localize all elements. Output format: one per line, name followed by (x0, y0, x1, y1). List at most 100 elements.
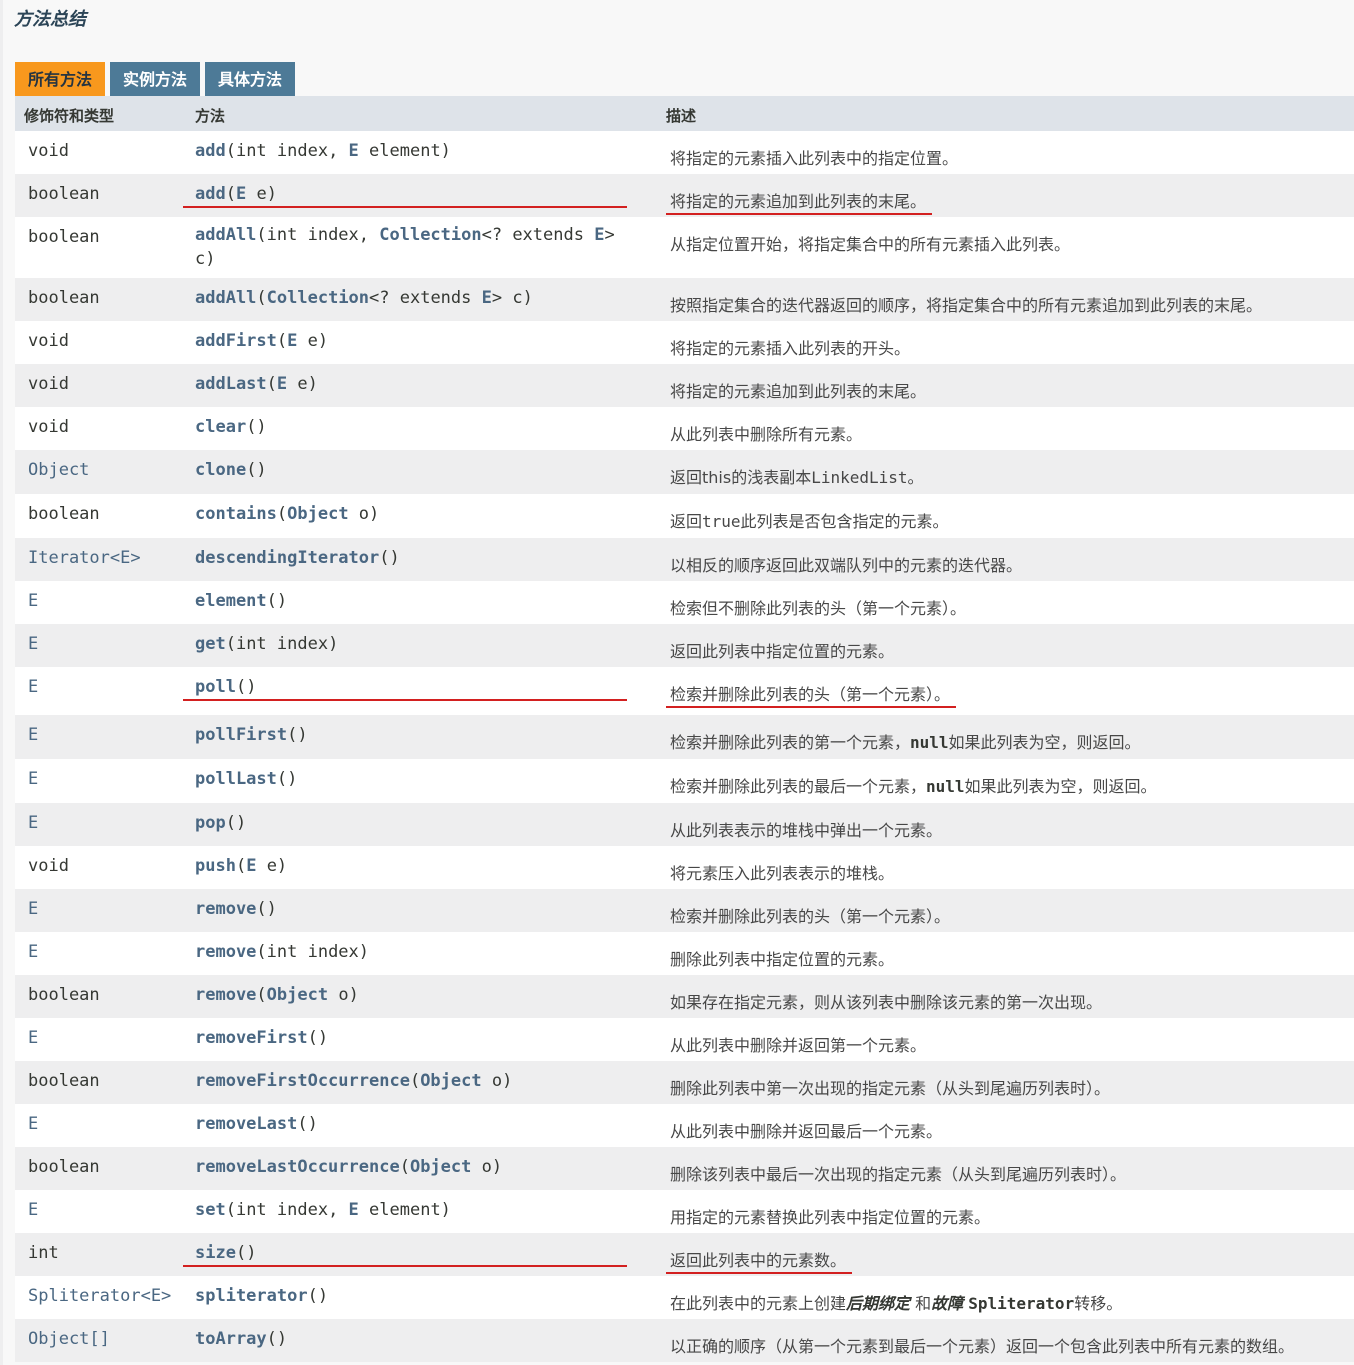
method-description: 从此列表中删除并返回第一个元素。 (670, 1036, 927, 1055)
method-name-link[interactable]: poll (195, 677, 236, 697)
method-name-link[interactable]: pollLast (195, 769, 277, 789)
return-type[interactable]: Iterator<E> (28, 548, 141, 568)
method-signature: remove(Object o) (195, 985, 615, 1005)
method-name-link[interactable]: remove (195, 985, 256, 1005)
tab-concrete-methods[interactable]: 具体方法 (205, 62, 296, 97)
return-type[interactable]: E (28, 591, 38, 611)
highlight-underline-description (666, 213, 933, 215)
tab-all-methods[interactable]: 所有方法 (15, 62, 106, 97)
return-type[interactable]: Spliterator<E> (28, 1286, 171, 1306)
param-type-link[interactable]: E (349, 1200, 359, 1220)
table-header: 修饰符和类型 方法 描述 (15, 99, 1354, 131)
method-name-link[interactable]: pop (195, 813, 226, 833)
method-name-link[interactable]: descendingIterator (195, 548, 379, 568)
method-name-link[interactable]: removeLastOccurrence (195, 1157, 400, 1177)
method-name-link[interactable]: toArray (195, 1329, 267, 1349)
param-type-link[interactable]: E (287, 331, 297, 351)
table-row: boolean removeFirstOccurrence(Object o) 删除… (15, 1061, 1354, 1104)
return-type[interactable]: E (28, 634, 38, 654)
param-type-link[interactable]: E (246, 856, 256, 876)
method-name-link[interactable]: add (195, 184, 226, 204)
method-name-link[interactable]: addLast (195, 374, 267, 394)
description-text: 检索并删除此列表的第一个元素， (670, 733, 911, 752)
param-type-link[interactable]: E (349, 141, 359, 161)
return-type[interactable]: E (28, 1028, 38, 1048)
method-name-link[interactable]: removeFirstOccurrence (195, 1071, 410, 1091)
return-type[interactable]: Object[] (28, 1329, 110, 1349)
return-type[interactable]: E (28, 899, 38, 919)
method-signature: set(int index, E element) (195, 1200, 615, 1220)
method-name-link[interactable]: size (195, 1243, 236, 1263)
method-signature: push(E e) (195, 856, 615, 876)
method-name-link[interactable]: add (195, 141, 226, 161)
param-text: o) (481, 1071, 513, 1091)
method-name-link[interactable]: addFirst (195, 331, 277, 351)
method-name-link[interactable]: spliterator (195, 1286, 308, 1306)
inline-code: null (910, 733, 949, 752)
method-description: 将元素压入此列表表示的堆栈。 (670, 864, 895, 883)
param-text: () (276, 769, 298, 789)
table-row: void addLast(E e) 将指定的元素追加到此列表的末尾。 (15, 364, 1354, 407)
param-type-link[interactable]: Object (420, 1071, 481, 1091)
table-row: EremoveLast() 从此列表中删除并返回最后一个元素。 (15, 1104, 1354, 1147)
return-type[interactable]: E (28, 942, 38, 962)
return-type[interactable]: E (28, 1114, 38, 1134)
description-text: 。 (907, 468, 924, 487)
description-text: 转移。 (1074, 1294, 1123, 1313)
param-type-link[interactable]: Collection (379, 225, 481, 245)
param-text: () (235, 1243, 257, 1263)
table-row: boolean add(E e) 将指定的元素追加到此列表的末尾。 (15, 174, 1354, 217)
method-name-link[interactable]: removeFirst (195, 1028, 308, 1048)
table-row: void addFirst(E e) 将指定的元素插入此列表的开头。 (15, 321, 1354, 364)
param-type-link[interactable]: Object (287, 504, 348, 524)
param-type-link[interactable]: E (277, 374, 287, 394)
highlight-underline-method (183, 699, 627, 701)
param-type-link[interactable]: Collection (267, 288, 369, 308)
method-signature: element() (195, 591, 615, 611)
param-type-link[interactable]: E (236, 184, 246, 204)
method-name-link[interactable]: set (195, 1200, 226, 1220)
param-type-link[interactable]: E (594, 225, 604, 245)
method-name-link[interactable]: addAll (195, 225, 256, 245)
tab-instance-methods[interactable]: 实例方法 (110, 62, 201, 97)
method-name-link[interactable]: addAll (195, 288, 256, 308)
return-type: void (28, 331, 69, 351)
return-type[interactable]: E (28, 677, 38, 697)
return-type[interactable]: E (28, 1200, 38, 1220)
method-signature: get(int index) (195, 634, 615, 654)
param-text: element) (358, 141, 451, 161)
method-summary-table: 修饰符和类型 方法 描述 void add(int index, E elemen… (15, 99, 1354, 1362)
return-type: boolean (28, 1157, 100, 1177)
left-border (0, 0, 3, 1365)
method-name-link[interactable]: push (195, 856, 236, 876)
method-name-link[interactable]: remove (195, 899, 256, 919)
method-name-link[interactable]: remove (195, 942, 256, 962)
method-description: 检索但不删除此列表的头（第一个元素）。 (670, 599, 967, 618)
method-signature: poll() (195, 677, 615, 697)
method-name-link[interactable]: get (195, 634, 226, 654)
return-type[interactable]: E (28, 725, 38, 745)
method-signature: addAll(Collection<? extends E> c) (195, 288, 615, 308)
method-name-link[interactable]: clear (195, 417, 246, 437)
table-row: void push(E e) 将元素压入此列表表示的堆栈。 (15, 846, 1354, 889)
param-text: ( (276, 331, 288, 351)
method-name-link[interactable]: pollFirst (195, 725, 287, 745)
return-type[interactable]: E (28, 813, 38, 833)
table-row: int size() 返回此列表中的元素数。 (15, 1233, 1354, 1276)
method-name-link[interactable]: clone (195, 460, 246, 480)
param-type-link[interactable]: Object (267, 985, 328, 1005)
method-name-link[interactable]: contains (195, 504, 277, 524)
table-row: Spliterator<E> spliterator() 在此列表中的元素上创建后期… (15, 1276, 1354, 1319)
method-name-link[interactable]: element (195, 591, 267, 611)
method-name-link[interactable]: removeLast (195, 1114, 297, 1134)
method-description: 如果存在指定元素，则从该列表中删除该元素的第一次出现。 (670, 993, 1103, 1012)
param-text: () (246, 417, 267, 437)
param-text: (int index) (256, 942, 370, 962)
table-row: boolean addAll(Collection<? extends E> c)… (15, 278, 1354, 321)
return-type[interactable]: E (28, 769, 38, 789)
method-description: 将指定的元素追加到此列表的末尾。 (670, 192, 927, 211)
return-type[interactable]: Object (28, 460, 89, 480)
param-type-link[interactable]: Object (410, 1157, 471, 1177)
method-description: 按照指定集合的迭代器返回的顺序，将指定集合中的所有元素追加到此列表的末尾。 (670, 296, 1263, 315)
param-type-link[interactable]: E (482, 288, 492, 308)
